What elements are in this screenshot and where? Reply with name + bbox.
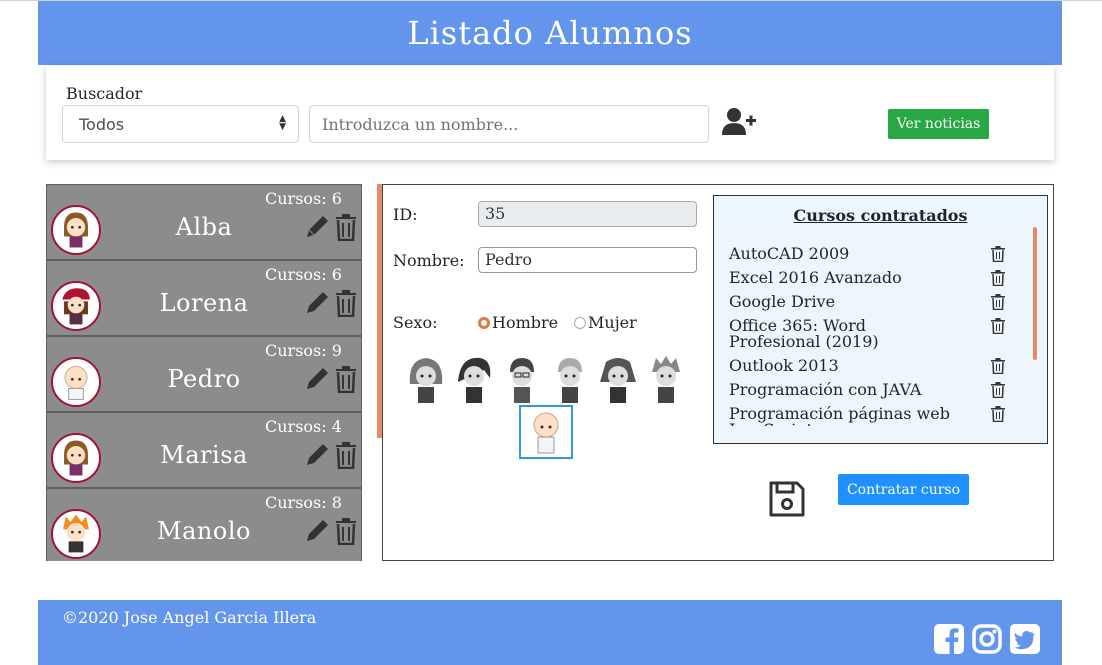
twitter-icon[interactable]: [1010, 624, 1040, 654]
avatar-option-icon[interactable]: [646, 354, 686, 406]
avatar-option-icon[interactable]: [502, 354, 542, 406]
add-user-icon[interactable]: [722, 107, 756, 137]
radio-selected-icon: [478, 316, 490, 329]
trash-icon[interactable]: [991, 382, 1005, 398]
course-item: Excel 2016 Avanzado: [729, 270, 1014, 286]
name-search-input[interactable]: [309, 105, 709, 143]
name-field[interactable]: Pedro: [478, 247, 697, 273]
facebook-icon[interactable]: [934, 624, 964, 654]
course-name: Programación con JAVA: [729, 380, 922, 399]
sex-option-male: Hombre: [492, 313, 559, 332]
trash-icon[interactable]: [991, 294, 1005, 310]
student-course-count: Cursos: 6: [265, 189, 342, 208]
bald-boy-icon: [533, 412, 559, 454]
avatar-option-icon[interactable]: [406, 354, 446, 406]
trash-icon[interactable]: [991, 318, 1005, 334]
trash-icon[interactable]: [991, 406, 1005, 422]
floppy-disk-icon[interactable]: [768, 480, 806, 518]
trash-icon[interactable]: [335, 289, 357, 317]
course-name: Office 365: Word Profesional (2019): [729, 316, 879, 351]
course-item: AutoCAD 2009: [729, 246, 1014, 262]
trash-icon[interactable]: [335, 517, 357, 545]
avatar-option-icon[interactable]: [550, 354, 590, 406]
course-item: Google Drive: [729, 294, 1014, 310]
trash-icon[interactable]: [991, 270, 1005, 286]
student-card[interactable]: Cursos: 4 Marisa: [46, 412, 362, 488]
trash-icon[interactable]: [335, 213, 357, 241]
student-course-count: Cursos: 4: [265, 417, 342, 436]
filter-select-value: Todos: [79, 115, 125, 134]
student-card[interactable]: Cursos: 9 Pedro: [46, 336, 362, 412]
course-name: Excel 2016 Avanzado: [729, 268, 902, 287]
student-list: Cursos: 6 Alba Cursos: 6 Lorena Cursos: …: [46, 184, 362, 561]
student-course-count: Cursos: 8: [265, 493, 342, 512]
sex-radio-male[interactable]: Hombre: [478, 313, 558, 332]
sex-label: Sexo:: [393, 313, 438, 332]
trash-icon[interactable]: [335, 365, 357, 393]
contract-course-button[interactable]: Contratar curso: [838, 474, 969, 505]
contracted-courses-panel: Cursos contratados AutoCAD 2009 Excel 20…: [713, 195, 1048, 444]
course-item: Programación páginas web JavaScript: [729, 406, 1014, 426]
page-header: Listado Alumnos: [38, 1, 1062, 65]
edit-pencil-icon[interactable]: [305, 365, 331, 391]
course-name: Outlook 2013: [729, 356, 839, 375]
copyright-text: ©2020 Jose Angel Garcia Illera: [62, 608, 317, 627]
id-field: 35: [478, 201, 697, 227]
trash-icon[interactable]: [991, 358, 1005, 374]
courses-scrollbar[interactable]: [1033, 227, 1037, 360]
edit-pencil-icon[interactable]: [305, 517, 331, 543]
course-name: Programación páginas web JavaScript: [729, 404, 950, 427]
name-label: Nombre:: [393, 251, 465, 270]
edit-pencil-icon[interactable]: [305, 289, 331, 315]
course-name: Google Drive: [729, 292, 836, 311]
student-card[interactable]: Cursos: 6 Lorena: [46, 260, 362, 336]
student-course-count: Cursos: 6: [265, 265, 342, 284]
trash-icon[interactable]: [335, 441, 357, 469]
course-item: Outlook 2013: [729, 358, 1014, 374]
view-news-button[interactable]: Ver noticias: [888, 109, 989, 139]
course-item: Office 365: Word Profesional (2019): [729, 318, 1014, 350]
instagram-icon[interactable]: [972, 624, 1002, 654]
page-footer: ©2020 Jose Angel Garcia Illera: [38, 600, 1062, 665]
edit-pencil-icon[interactable]: [305, 213, 331, 239]
id-label: ID:: [393, 205, 418, 224]
selected-avatar-option[interactable]: [519, 405, 573, 459]
sex-option-female: Mujer: [588, 313, 637, 332]
course-item: Programación con JAVA: [729, 382, 1014, 398]
avatar-option-icon[interactable]: [598, 354, 638, 406]
student-card[interactable]: Cursos: 6 Alba: [46, 184, 362, 260]
search-label: Buscador: [66, 84, 143, 103]
trash-icon[interactable]: [991, 246, 1005, 262]
radio-unselected-icon: [574, 316, 586, 329]
student-course-count: Cursos: 9: [265, 341, 342, 360]
filter-select[interactable]: Todos ▲ ▼: [62, 105, 299, 143]
courses-list[interactable]: AutoCAD 2009 Excel 2016 Avanzado Google …: [729, 246, 1014, 426]
edit-pencil-icon[interactable]: [305, 441, 331, 467]
search-panel: Buscador Todos ▲▼ Ver noticias: [46, 66, 1054, 160]
avatar-option-icon[interactable]: [454, 354, 494, 406]
course-name: AutoCAD 2009: [729, 246, 850, 263]
student-card[interactable]: Cursos: 8 Manolo: [46, 488, 362, 561]
select-caret-icon: ▲ ▼: [279, 114, 286, 132]
sex-radio-female[interactable]: Mujer: [574, 313, 637, 332]
page-title: Listado Alumnos: [407, 14, 693, 52]
courses-title: Cursos contratados: [793, 206, 968, 225]
